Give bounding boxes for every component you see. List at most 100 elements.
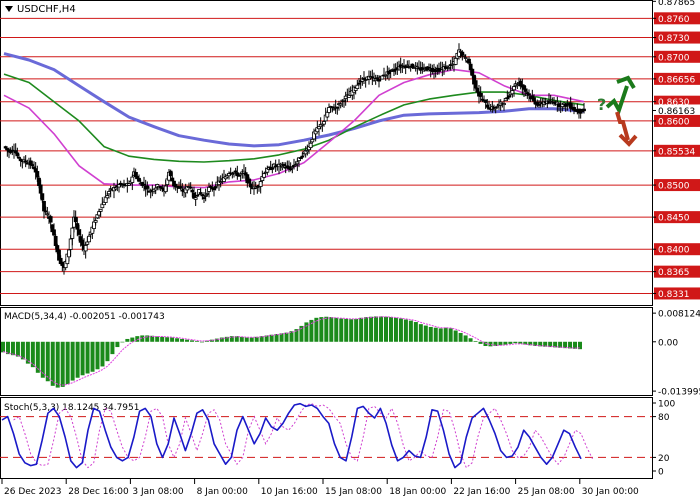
candle-body — [310, 139, 315, 143]
candle-body — [330, 106, 335, 109]
macd-bar — [403, 319, 408, 342]
macd-bar — [95, 341, 100, 370]
candle-body — [205, 192, 210, 195]
candle-body — [305, 150, 310, 153]
macd-tick-label: -0.013995 — [658, 388, 700, 398]
macd-bar — [339, 318, 344, 342]
candle-body — [48, 216, 53, 223]
candle-body — [342, 99, 346, 102]
macd-bar — [194, 341, 199, 342]
candle-body — [343, 95, 348, 99]
macd-bar — [239, 336, 244, 342]
candle-body — [502, 103, 506, 106]
chart-title: USDCHF,H4 — [17, 4, 76, 15]
macd-bar — [80, 341, 85, 376]
candle-body — [105, 195, 110, 199]
candle-body — [15, 152, 20, 157]
candle-body — [198, 192, 203, 194]
candle-body — [300, 155, 305, 158]
macd-bar — [105, 341, 110, 362]
candle-body — [480, 98, 485, 101]
candle-body — [97, 211, 101, 216]
macd-bar — [110, 341, 115, 355]
candle-body — [433, 69, 438, 72]
macd-bar — [463, 335, 468, 342]
candle-body — [322, 121, 326, 125]
candle-body — [87, 235, 91, 243]
macd-label: MACD(5,34,4) -0.002051 -0.001743 — [4, 312, 165, 322]
macd-bar — [45, 341, 50, 382]
macd-bar — [374, 316, 379, 342]
candle-body — [30, 164, 35, 166]
macd-bar — [70, 341, 75, 381]
candle-body — [578, 111, 583, 114]
candle-body — [73, 216, 78, 223]
candle-body — [23, 160, 28, 163]
time-tick-label: 3 Jan 08:00 — [132, 487, 184, 497]
macd-bar — [85, 341, 90, 374]
macd-bar — [473, 341, 478, 342]
candle-body — [505, 97, 510, 100]
candle-body — [565, 103, 570, 105]
macd-bar — [393, 317, 398, 342]
macd-bar — [384, 316, 389, 342]
macd-bar — [503, 341, 508, 345]
macd-bar — [324, 316, 329, 342]
candle-body — [462, 54, 466, 57]
candle-body — [13, 150, 18, 154]
candle-body — [532, 97, 536, 102]
macd-bar — [458, 332, 463, 342]
macd-bar — [428, 326, 433, 342]
macd-bar — [329, 317, 334, 342]
stoch-tick-label: 20 — [658, 454, 670, 464]
macd-bar — [423, 325, 428, 342]
macd-bar — [468, 338, 473, 342]
candle-body — [17, 156, 21, 159]
macd-bar — [379, 316, 384, 342]
macd-bar — [170, 337, 175, 342]
price-tick-label: 0.8760 — [658, 15, 690, 25]
candle-body — [200, 194, 205, 197]
candle-body — [42, 201, 46, 212]
candle-body — [45, 213, 50, 216]
macd-tick-label: 0.008124 — [658, 310, 700, 320]
candle-body — [383, 74, 388, 77]
candle-body — [213, 186, 218, 189]
candle-body — [417, 67, 421, 70]
macd-bar — [413, 322, 418, 342]
macd-bar — [125, 338, 130, 342]
candle-body — [53, 235, 58, 246]
candle-body — [478, 93, 483, 97]
macd-bar — [508, 341, 513, 344]
candle-body — [68, 238, 73, 250]
price-tick-label: 0.8500 — [658, 182, 690, 192]
macd-bar — [433, 327, 438, 342]
macd-bar — [418, 324, 423, 342]
candle-body — [232, 171, 236, 174]
candle-body — [163, 185, 168, 193]
candle-body — [38, 184, 43, 194]
candle-body — [290, 166, 295, 169]
candle-body — [475, 88, 480, 93]
time-tick-label: 30 Jan 00:00 — [582, 487, 639, 497]
macd-bar — [364, 317, 369, 342]
candle-body — [85, 241, 90, 245]
candle-body — [178, 186, 183, 189]
macd-bar — [354, 318, 359, 342]
macd-bar — [175, 338, 180, 342]
candle-body — [75, 223, 80, 230]
candle-body — [483, 99, 488, 103]
time-tick-label: 18 Jan 00:00 — [389, 487, 446, 497]
candle-body — [422, 66, 426, 69]
macd-bar — [100, 341, 105, 367]
candle-body — [145, 185, 150, 189]
price-tick-label: 0.8450 — [658, 214, 690, 224]
macd-bar — [478, 341, 483, 344]
candle-body — [188, 186, 193, 189]
candle-body — [92, 221, 96, 229]
candle-body — [410, 63, 415, 68]
candle-body — [295, 161, 300, 165]
candle-body — [237, 174, 241, 177]
candle-body — [278, 163, 283, 166]
macd-bar — [448, 328, 453, 342]
